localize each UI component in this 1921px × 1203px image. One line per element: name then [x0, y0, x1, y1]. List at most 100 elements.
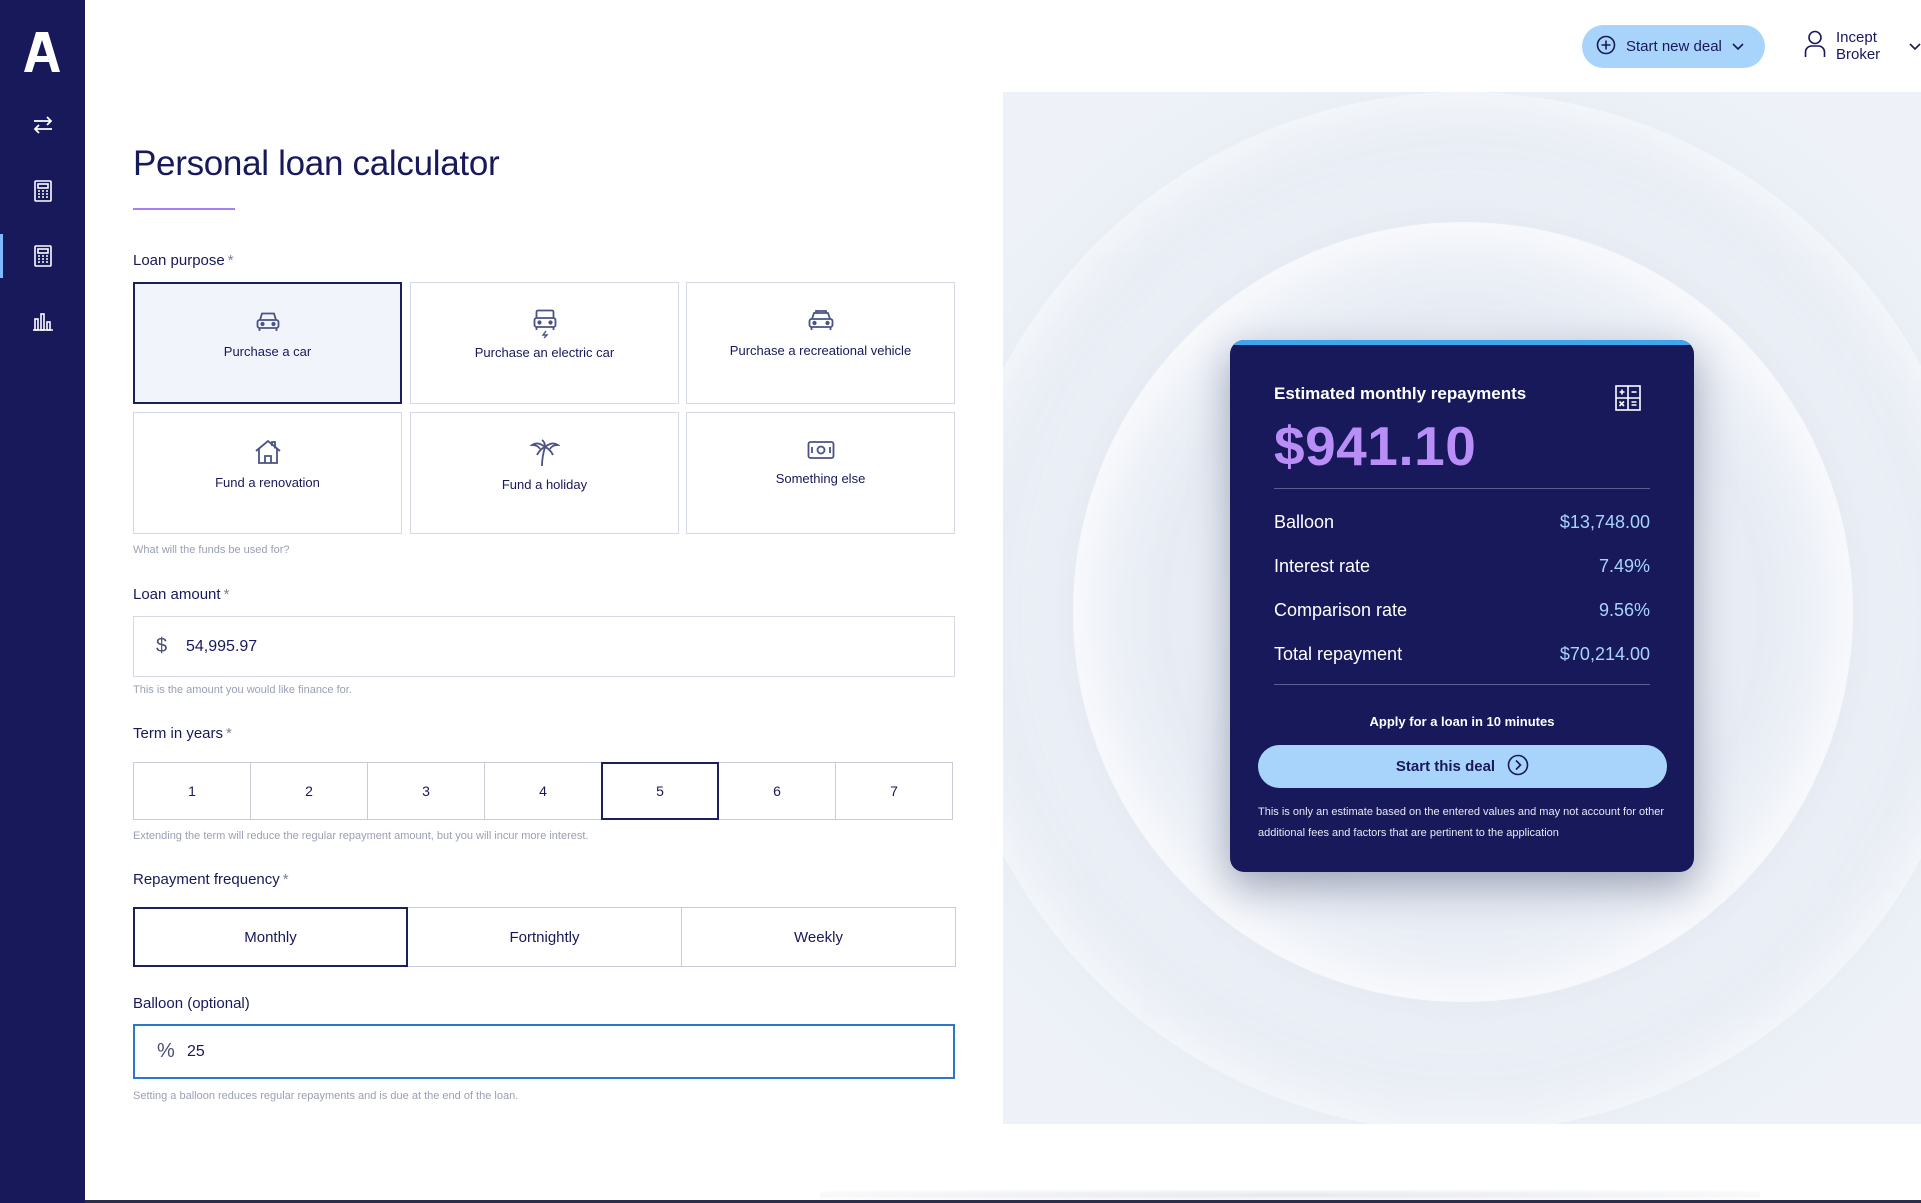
term-option-5[interactable]: 5 — [601, 762, 719, 820]
user-icon — [1804, 30, 1826, 62]
summary-divider — [1274, 488, 1650, 489]
car-icon — [255, 310, 281, 334]
nav-personal-loan-calculator[interactable] — [0, 228, 85, 284]
results-panel: Estimated monthly repayments $941.10 Bal… — [1003, 92, 1921, 1124]
purpose-option-label: Purchase a recreational vehicle — [729, 343, 912, 358]
estimate-disclaimer: This is only an estimate based on the en… — [1258, 806, 1665, 839]
frequency-option-monthly[interactable]: Monthly — [133, 907, 408, 967]
purpose-option-holiday[interactable]: Fund a holiday — [410, 412, 679, 534]
calculator-icon[interactable] — [1614, 384, 1642, 417]
term-hint: Extending the term will reduce the regul… — [133, 830, 589, 842]
nav-calculator[interactable] — [0, 163, 85, 219]
sidebar — [0, 0, 85, 1203]
summary-title: Estimated monthly repayments — [1274, 384, 1527, 403]
top-header: Start new deal Incept Broker — [85, 0, 1921, 92]
chevron-down-icon — [1909, 38, 1921, 55]
monthly-repayment-amount: $941.10 — [1274, 415, 1477, 477]
balloon-hint: Setting a balloon reduces regular repaym… — [133, 1090, 519, 1102]
balloon-field[interactable]: % — [133, 1024, 955, 1079]
loan-amount-input[interactable] — [186, 637, 886, 656]
recreational-vehicle-icon — [807, 309, 835, 335]
dollar-icon: $ — [156, 635, 168, 657]
term-selector: 1 2 3 4 5 6 7 — [133, 762, 953, 820]
loan-amount-label: Loan amount * — [133, 586, 229, 603]
user-name: Incept Broker — [1836, 29, 1881, 63]
frequency-option-weekly[interactable]: Weekly — [681, 907, 956, 967]
start-new-deal-button[interactable]: Start new deal — [1582, 25, 1765, 68]
calculator-icon — [33, 180, 53, 202]
purpose-option-car[interactable]: Purchase a car — [133, 282, 402, 404]
summary-row-value: $13,748.00 — [1559, 512, 1650, 532]
cash-icon — [807, 439, 835, 461]
arrow-circle-right-icon — [1507, 754, 1529, 780]
percent-icon: % — [157, 1040, 175, 1062]
loan-purpose-options: Purchase a car Purchase an electric car — [133, 282, 955, 534]
purpose-option-label: Fund a holiday — [501, 477, 588, 492]
loan-amount-field[interactable]: $ — [133, 616, 955, 677]
frequency-label: Repayment frequency * — [133, 871, 289, 888]
summary-row-interest-rate: Interest rate 7.49% — [1274, 556, 1650, 577]
summary-row-label: Interest rate — [1274, 556, 1371, 576]
term-option-4[interactable]: 4 — [484, 762, 602, 820]
summary-row-value: 9.56% — [1598, 600, 1650, 620]
house-icon — [254, 439, 282, 465]
apply-text: Apply for a loan in 10 minutes — [1369, 714, 1555, 729]
chevron-down-icon — [1732, 38, 1744, 55]
term-option-3[interactable]: 3 — [367, 762, 485, 820]
purpose-option-electric-car[interactable]: Purchase an electric car — [410, 282, 679, 404]
purpose-option-something-else[interactable]: Something else — [686, 412, 955, 534]
nav-reports[interactable] — [0, 293, 85, 349]
calculator-icon — [33, 245, 53, 267]
frequency-label-text: Repayment frequency — [133, 871, 280, 888]
loan-amount-label-text: Loan amount — [133, 586, 221, 603]
loan-amount-hint: This is the amount you would like financ… — [133, 684, 352, 696]
purpose-option-recreational-vehicle[interactable]: Purchase a recreational vehicle — [686, 282, 955, 404]
term-option-6[interactable]: 6 — [718, 762, 836, 820]
swap-arrows-icon — [32, 115, 54, 135]
start-this-deal-button[interactable]: Start this deal — [1258, 745, 1667, 788]
summary-row-comparison-rate: Comparison rate 9.56% — [1274, 600, 1650, 621]
brand-logo-icon[interactable] — [22, 30, 62, 74]
term-label: Term in years * — [133, 725, 232, 742]
summary-row-label: Total repayment — [1274, 644, 1403, 664]
start-this-deal-label: Start this deal — [1395, 758, 1496, 775]
term-option-2[interactable]: 2 — [250, 762, 368, 820]
purpose-option-label: Purchase an electric car — [474, 345, 615, 360]
summary-row-balloon: Balloon $13,748.00 — [1274, 512, 1650, 533]
bar-chart-icon — [32, 311, 54, 331]
palm-tree-icon — [529, 439, 560, 467]
summary-row-label: Balloon — [1274, 512, 1335, 532]
title-underline — [133, 208, 235, 210]
loan-purpose-hint: What will the funds be used for? — [133, 544, 290, 556]
repayment-summary-card: Estimated monthly repayments $941.10 Bal… — [1230, 340, 1694, 872]
term-option-7[interactable]: 7 — [835, 762, 953, 820]
summary-row-value: 7.49% — [1598, 556, 1650, 576]
purpose-option-renovation[interactable]: Fund a renovation — [133, 412, 402, 534]
summary-row-total-repayment: Total repayment $70,214.00 — [1274, 644, 1650, 665]
summary-row-value: $70,214.00 — [1559, 644, 1650, 664]
nav-deals[interactable] — [0, 97, 85, 153]
purpose-option-label: Fund a renovation — [215, 475, 320, 490]
loan-purpose-label-text: Loan purpose — [133, 252, 225, 269]
summary-divider — [1274, 684, 1650, 685]
plus-circle-icon — [1596, 35, 1616, 59]
purpose-option-label: Purchase a car — [223, 344, 312, 359]
calculator-form: Personal loan calculator Loan purpose * P… — [85, 92, 1003, 1203]
bottom-shadow — [820, 1190, 1760, 1200]
summary-row-label: Comparison rate — [1274, 600, 1408, 620]
required-mark: * — [282, 871, 289, 888]
card-accent-bar — [1230, 340, 1694, 345]
balloon-input[interactable] — [187, 1042, 887, 1061]
balloon-label: Balloon (optional) — [133, 995, 250, 1012]
user-menu[interactable]: Incept Broker — [1804, 28, 1921, 64]
purpose-option-label: Something else — [775, 471, 866, 486]
frequency-option-fortnightly[interactable]: Fortnightly — [407, 907, 682, 967]
required-mark: * — [223, 586, 230, 603]
page-title: Personal loan calculator — [133, 144, 500, 183]
term-label-text: Term in years — [133, 725, 224, 742]
start-new-deal-label: Start new deal — [1626, 38, 1722, 55]
term-option-1[interactable]: 1 — [133, 762, 251, 820]
loan-purpose-label: Loan purpose * — [133, 252, 234, 269]
required-mark: * — [226, 725, 232, 742]
electric-car-icon — [532, 309, 558, 339]
